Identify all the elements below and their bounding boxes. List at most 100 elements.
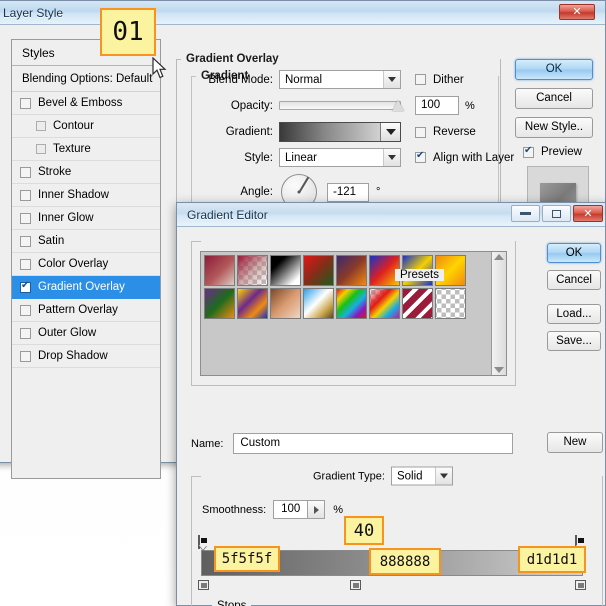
chevron-down-icon[interactable] bbox=[383, 71, 400, 88]
chevron-down-icon[interactable] bbox=[434, 467, 452, 485]
name-label: Name: bbox=[191, 437, 224, 450]
style-checkbox[interactable] bbox=[20, 235, 31, 247]
opacity-stop-start[interactable] bbox=[198, 535, 209, 550]
style-row-label: Outer Glow bbox=[38, 326, 97, 339]
style-checkbox[interactable] bbox=[20, 212, 31, 224]
style-row-texture[interactable]: Texture bbox=[12, 138, 160, 161]
opacity-slider[interactable] bbox=[279, 100, 404, 111]
style-checkbox[interactable] bbox=[20, 258, 31, 270]
close-icon[interactable]: ✕ bbox=[573, 205, 603, 222]
blend-mode-select[interactable]: Normal bbox=[279, 70, 401, 89]
style-checkbox[interactable] bbox=[36, 144, 46, 154]
presets-list[interactable] bbox=[200, 251, 507, 376]
style-row-color-overlay[interactable]: Color Overlay bbox=[12, 253, 160, 276]
style-row-label: Color Overlay bbox=[38, 257, 109, 270]
reverse-checkbox[interactable]: Reverse bbox=[415, 126, 476, 138]
scroll-down-icon[interactable] bbox=[494, 367, 504, 373]
chevron-down-icon[interactable] bbox=[380, 123, 400, 141]
style-row-bevel-emboss[interactable]: Bevel & Emboss bbox=[12, 92, 160, 115]
opacity-input[interactable]: 100 bbox=[415, 96, 459, 115]
gradient-preview-swatch[interactable] bbox=[280, 123, 380, 141]
style-row-label: Stroke bbox=[38, 165, 72, 178]
minimize-icon[interactable] bbox=[511, 205, 540, 222]
preset-swatch-spectrum[interactable] bbox=[336, 288, 367, 319]
smoothness-row: Smoothness: 100 % bbox=[202, 500, 343, 519]
chevron-down-icon[interactable] bbox=[383, 149, 400, 166]
color-stop-1[interactable] bbox=[350, 576, 361, 590]
load-button[interactable]: Load... bbox=[547, 304, 601, 324]
style-row-satin[interactable]: Satin bbox=[12, 230, 160, 253]
preset-swatch-chrome[interactable] bbox=[303, 288, 334, 319]
style-row: Style: Linear Align with Layer bbox=[191, 148, 514, 167]
ok-button[interactable]: OK bbox=[515, 59, 593, 80]
preset-swatch-neutral-density[interactable] bbox=[435, 288, 466, 319]
style-row-outer-glow[interactable]: Outer Glow bbox=[12, 322, 160, 345]
preset-swatch-foreground-to-transparent[interactable] bbox=[237, 255, 268, 286]
color-stop-2[interactable] bbox=[575, 576, 586, 590]
preset-swatch-violet-green-orange[interactable] bbox=[204, 288, 235, 319]
preset-swatch-transparent-stripes[interactable] bbox=[402, 288, 433, 319]
preset-swatch-area bbox=[201, 252, 491, 375]
cancel-button[interactable]: Cancel bbox=[515, 88, 593, 109]
gradient-type-select[interactable]: Solid bbox=[390, 466, 453, 486]
preset-swatch-foreground-to-background[interactable] bbox=[204, 255, 235, 286]
align-with-layer-checkbox-box[interactable] bbox=[415, 150, 426, 163]
smoothness-stepper-icon[interactable] bbox=[308, 500, 326, 519]
dither-checkbox-box[interactable] bbox=[415, 74, 426, 85]
style-checkbox[interactable] bbox=[20, 350, 31, 362]
new-style-button[interactable]: New Style.. bbox=[515, 117, 593, 138]
gradient-editor-titlebar[interactable]: Gradient Editor ✕ bbox=[177, 203, 605, 227]
smoothness-unit: % bbox=[333, 503, 343, 516]
style-row-drop-shadow[interactable]: Drop Shadow bbox=[12, 345, 160, 368]
layer-style-titlebar[interactable]: Layer Style ✕ bbox=[0, 1, 605, 25]
smoothness-input[interactable]: 100 bbox=[273, 500, 309, 519]
style-checkbox[interactable] bbox=[20, 280, 31, 293]
style-row-stroke[interactable]: Stroke bbox=[12, 161, 160, 184]
style-checkbox[interactable] bbox=[20, 327, 31, 339]
ok-button[interactable]: OK bbox=[547, 243, 601, 263]
angle-unit: ° bbox=[376, 186, 381, 198]
opacity-row: Opacity: 100 % bbox=[191, 96, 475, 115]
preset-swatch-violet-orange[interactable] bbox=[336, 255, 367, 286]
presets-scrollbar[interactable] bbox=[491, 252, 506, 375]
styles-panel: Styles Blending Options: Default Bevel &… bbox=[11, 39, 161, 479]
style-checkbox[interactable] bbox=[36, 121, 46, 131]
style-checkbox[interactable] bbox=[20, 166, 31, 178]
opacity-slider-handle[interactable] bbox=[392, 100, 404, 111]
color-stop-0[interactable] bbox=[198, 576, 209, 590]
style-row-contour[interactable]: Contour bbox=[12, 115, 160, 138]
style-checkbox[interactable] bbox=[20, 304, 31, 316]
name-input[interactable]: Custom bbox=[233, 433, 514, 454]
save-button[interactable]: Save... bbox=[547, 331, 601, 351]
maximize-icon[interactable] bbox=[542, 205, 571, 222]
scroll-up-icon[interactable] bbox=[494, 254, 504, 260]
layer-style-title: Layer Style bbox=[3, 6, 64, 20]
reverse-checkbox-box[interactable] bbox=[415, 126, 426, 138]
style-row-inner-shadow[interactable]: Inner Shadow bbox=[12, 184, 160, 207]
style-row-inner-glow[interactable]: Inner Glow bbox=[12, 207, 160, 230]
style-row-pattern-overlay[interactable]: Pattern Overlay bbox=[12, 299, 160, 322]
blend-mode-label: Blend Mode: bbox=[208, 73, 273, 86]
style-row-gradient-overlay[interactable]: Gradient Overlay bbox=[12, 276, 160, 299]
style-row-label: Bevel & Emboss bbox=[38, 96, 123, 109]
align-with-layer-checkbox[interactable]: Align with Layer bbox=[415, 150, 514, 164]
style-checkbox[interactable] bbox=[20, 189, 31, 201]
close-icon[interactable]: ✕ bbox=[559, 4, 595, 20]
preview-checkbox-box[interactable] bbox=[523, 145, 534, 158]
preview-checkbox[interactable]: Preview bbox=[523, 145, 595, 158]
gradient-type-value: Solid bbox=[396, 470, 423, 482]
new-button[interactable]: New bbox=[547, 432, 603, 453]
blending-options-row[interactable]: Blending Options: Default bbox=[12, 66, 160, 92]
preset-swatch-copper[interactable] bbox=[270, 288, 301, 319]
preset-swatch-transparent-rainbow[interactable] bbox=[369, 288, 400, 319]
preset-swatch-yellow-violet-orange-blue[interactable] bbox=[237, 288, 268, 319]
angle-input[interactable]: -121 bbox=[327, 182, 369, 202]
preset-swatch-black-white[interactable] bbox=[270, 255, 301, 286]
preset-swatch-red-green[interactable] bbox=[303, 255, 334, 286]
style-select[interactable]: Linear bbox=[279, 148, 401, 167]
cancel-button[interactable]: Cancel bbox=[547, 270, 601, 290]
gradient-preview-button[interactable] bbox=[279, 122, 401, 142]
style-checkbox[interactable] bbox=[20, 97, 31, 109]
dither-checkbox[interactable]: Dither bbox=[415, 74, 464, 86]
presets-groupbox bbox=[191, 241, 516, 386]
